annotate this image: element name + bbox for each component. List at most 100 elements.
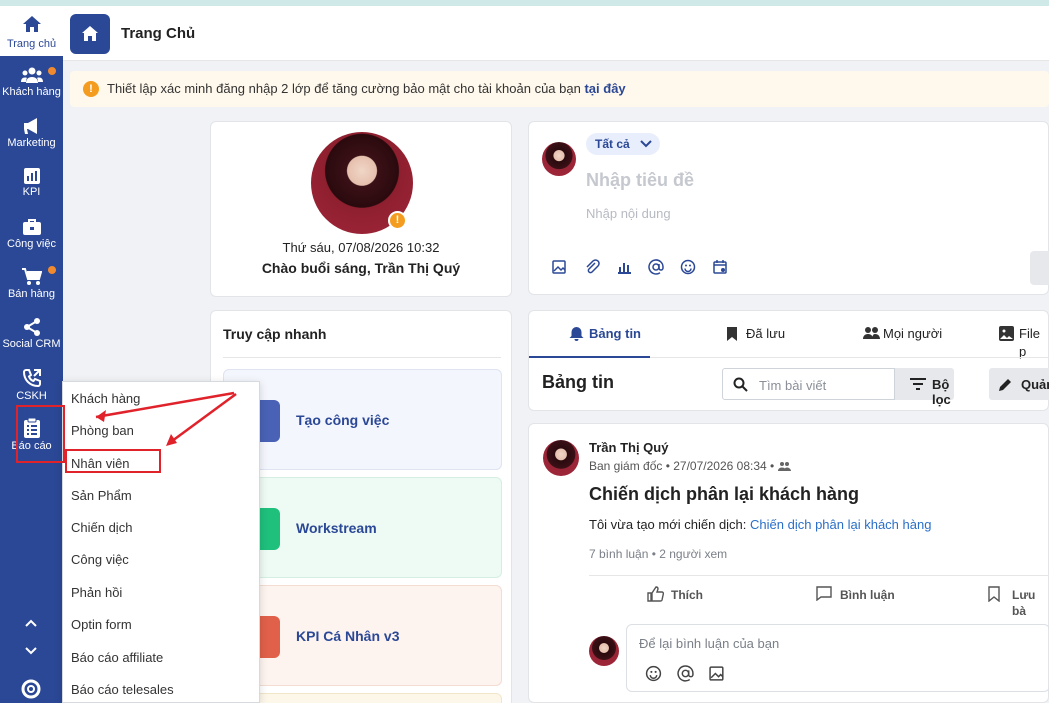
menu-item-telesales-report[interactable]: Báo cáo telesales xyxy=(71,682,174,697)
comment-button[interactable]: Bình luận xyxy=(816,586,895,603)
tab-saved[interactable]: Đã lưu xyxy=(726,325,785,345)
manage-button[interactable]: Quản xyxy=(989,368,1049,400)
quick-tile-label: Tạo công việc xyxy=(296,412,390,428)
edit-icon xyxy=(999,379,1011,391)
sidebar-item-sales[interactable]: Bán hàng xyxy=(0,268,63,318)
quick-tile-kpi[interactable]: KPI Cá Nhân v3 xyxy=(223,585,502,686)
notice-link[interactable]: tại đây xyxy=(584,81,625,96)
menu-item-products[interactable]: Sản Phẩm xyxy=(71,488,132,503)
page-header: Trang Chủ xyxy=(63,6,1049,61)
post-text: Tôi vừa tạo mới chiến dịch: xyxy=(589,517,747,532)
filter-label: Bộ lọc xyxy=(932,377,951,407)
quick-tile-create-task[interactable]: Tạo công việc xyxy=(223,369,502,470)
bookmark-icon xyxy=(988,586,1000,602)
profile-datetime: Thứ sáu, 07/08/2026 10:32 xyxy=(282,240,440,255)
avatar xyxy=(542,142,576,176)
feed-tabs-card: Bảng tin Đã lưu Mọi người File p Bảng ti… xyxy=(528,310,1049,411)
menu-item-departments[interactable]: Phòng ban xyxy=(71,423,134,438)
sidebar-item-home[interactable]: Trang chủ xyxy=(0,6,63,56)
avatar[interactable] xyxy=(543,440,579,476)
sidebar-item-social-crm[interactable]: Social CRM xyxy=(0,318,63,368)
scroll-down-icon[interactable] xyxy=(20,643,42,665)
home-icon xyxy=(82,26,98,41)
image-icon xyxy=(999,326,1014,341)
chart-icon[interactable] xyxy=(616,259,634,277)
menu-item-tasks[interactable]: Công việc xyxy=(71,552,129,567)
emoji-icon[interactable] xyxy=(645,665,663,683)
quick-tile-workstream[interactable]: Workstream xyxy=(223,477,502,578)
menu-item-affiliate-report[interactable]: Báo cáo affiliate xyxy=(71,650,163,665)
mention-icon[interactable] xyxy=(677,665,695,683)
post-body-input[interactable]: Nhập nội dung xyxy=(586,206,671,221)
phone-icon xyxy=(22,369,41,388)
post-meta-text: Ban giám đốc • 27/07/2026 08:34 • xyxy=(589,459,775,473)
sidebar-item-kpi[interactable]: KPI xyxy=(0,168,63,218)
menu-item-optin-form[interactable]: Optin form xyxy=(71,617,132,632)
comment-icon xyxy=(816,586,832,601)
tab-label: Bảng tin xyxy=(589,326,641,341)
highlight-box-employees xyxy=(65,449,161,473)
workstream-icon xyxy=(258,508,280,550)
audience-value: Tất cả xyxy=(595,137,630,151)
status-badge: ! xyxy=(388,211,407,230)
sidebar-item-label: Marketing xyxy=(7,137,56,149)
post-search-input[interactable]: Tìm bài viết xyxy=(722,368,895,400)
warning-icon: ! xyxy=(83,81,99,97)
page-title: Trang Chủ xyxy=(121,25,196,42)
post-submit-button[interactable] xyxy=(1030,251,1049,285)
profile-card: ! Thứ sáu, 07/08/2026 10:32 Chào buổi sá… xyxy=(210,121,512,297)
customers-icon xyxy=(20,67,43,83)
notice-message: Thiết lập xác minh đăng nhập 2 lớp để tă… xyxy=(107,81,626,96)
security-notice: ! Thiết lập xác minh đăng nhập 2 lớp để … xyxy=(70,71,1049,107)
notice-text: Thiết lập xác minh đăng nhập 2 lớp để tă… xyxy=(107,81,581,96)
emoji-icon[interactable] xyxy=(680,259,698,277)
comment-input[interactable]: Để lại bình luận của bạn xyxy=(626,624,1049,692)
post-author[interactable]: Trần Thị Quý xyxy=(589,440,668,455)
profile-greeting: Chào buổi sáng, Trần Thị Quý xyxy=(261,260,461,276)
task-icon xyxy=(258,400,280,442)
sidebar-item-label: CSKH xyxy=(16,390,47,402)
tab-newsfeed[interactable]: Bảng tin xyxy=(569,325,641,345)
tab-everyone[interactable]: Mọi người xyxy=(863,325,942,345)
attachment-icon[interactable] xyxy=(584,259,602,277)
group-icon xyxy=(777,462,791,471)
campaign-link[interactable]: Chiến dịch phân lại khách hàng xyxy=(750,517,931,532)
help-icon[interactable] xyxy=(20,678,42,700)
sidebar-item-marketing[interactable]: Marketing xyxy=(0,117,63,167)
like-label: Thích xyxy=(671,588,703,602)
active-tab-indicator xyxy=(529,356,650,358)
bell-icon xyxy=(569,327,584,341)
add-image-icon[interactable] xyxy=(552,259,570,277)
audience-select[interactable]: Tất cả xyxy=(586,133,660,155)
filter-button[interactable]: Bộ lọc xyxy=(895,368,954,407)
divider xyxy=(223,357,501,358)
like-button[interactable]: Thích xyxy=(647,586,703,603)
scroll-up-icon[interactable] xyxy=(20,615,42,637)
sidebar-item-label: Bán hàng xyxy=(7,288,56,300)
menu-item-campaigns[interactable]: Chiến dịch xyxy=(71,520,132,535)
post-stats[interactable]: 7 bình luận • 2 người xem xyxy=(589,547,727,561)
menu-item-feedback[interactable]: Phản hồi xyxy=(71,585,122,600)
sidebar-item-tasks[interactable]: Công việc xyxy=(0,218,63,268)
post-meta: Ban giám đốc • 27/07/2026 08:34 • xyxy=(589,459,791,473)
save-label: Lưu bà xyxy=(1012,588,1036,618)
menu-item-customers[interactable]: Khách hàng xyxy=(71,391,140,406)
feed-title: Bảng tin xyxy=(542,372,614,392)
post-title-input[interactable]: Nhập tiêu đề xyxy=(586,170,694,191)
tab-files[interactable]: File p xyxy=(999,325,1048,359)
home-icon xyxy=(22,16,41,32)
save-button[interactable]: Lưu bà xyxy=(988,586,1048,619)
quick-tile-more[interactable] xyxy=(223,693,502,703)
tab-label: Mọi người xyxy=(883,326,943,341)
thumbs-up-icon xyxy=(647,586,664,602)
briefcase-icon xyxy=(22,219,41,235)
home-button[interactable] xyxy=(70,14,110,54)
mention-icon[interactable] xyxy=(648,259,666,277)
report-menu: Khách hàng Phòng ban Nhân viên Sản Phẩm … xyxy=(62,381,260,703)
add-image-icon[interactable] xyxy=(709,665,727,683)
calendar-icon[interactable] xyxy=(712,259,730,277)
sidebar: Trang chủ Khách hàng Marketing KPI Công … xyxy=(0,6,63,703)
chevron-down-icon xyxy=(639,140,652,148)
post-title[interactable]: Chiến dịch phân lại khách hàng xyxy=(589,484,859,505)
feed-post: Trần Thị Quý Ban giám đốc • 27/07/2026 0… xyxy=(528,423,1049,703)
